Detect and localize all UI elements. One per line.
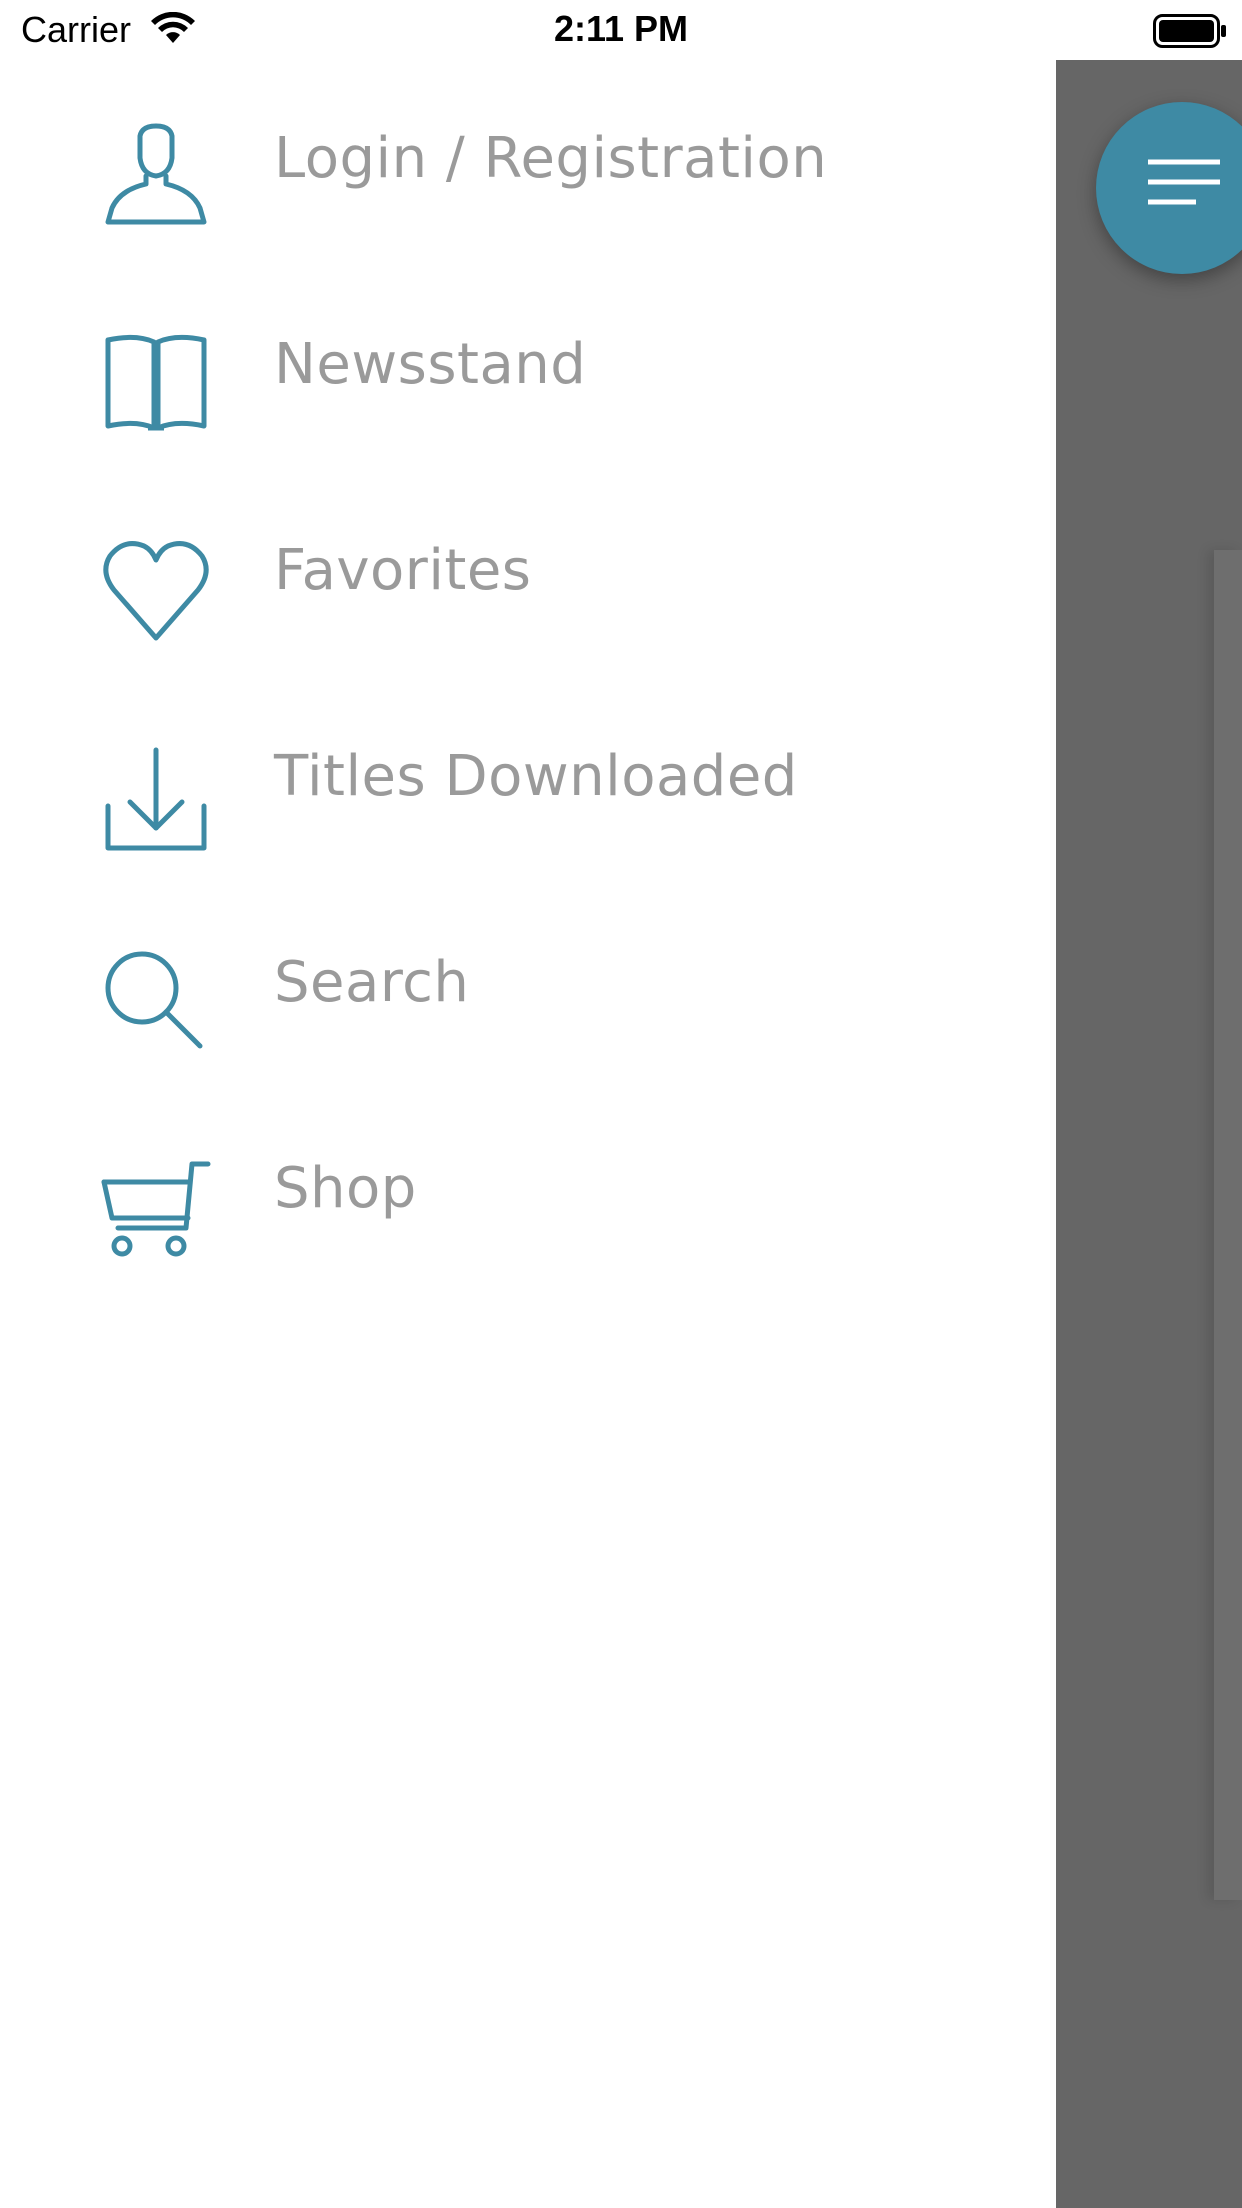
- drawer-item-search[interactable]: Search: [0, 912, 1056, 1052]
- drawer-item-label: Login / Registration: [274, 126, 828, 191]
- drawer-item-label: Search: [274, 950, 470, 1015]
- search-icon: [105, 951, 203, 1049]
- navigation-drawer: Login / Registration Newsstand Favorites: [0, 60, 1056, 2208]
- drawer-item-titles-downloaded[interactable]: Titles Downloaded: [0, 706, 1056, 851]
- drawer-item-label: Favorites: [274, 538, 532, 603]
- main-content-card: [1214, 550, 1242, 1900]
- status-bar: Carrier 2:11 PM: [0, 0, 1242, 60]
- drawer-item-label: Newsstand: [274, 332, 587, 397]
- drawer-item-favorites[interactable]: Favorites: [0, 500, 1056, 641]
- cart-icon: [101, 1161, 211, 1257]
- heart-icon: [103, 541, 209, 641]
- drawer-item-newsstand[interactable]: Newsstand: [0, 294, 1056, 434]
- user-icon: [105, 123, 207, 225]
- drawer-item-label: Titles Downloaded: [274, 744, 798, 809]
- open-book-icon: [105, 334, 207, 431]
- app-screen: Carrier 2:11 PM Login / Registration New…: [0, 0, 1242, 2208]
- drawer-item-shop[interactable]: Shop: [0, 1118, 1056, 1258]
- download-icon: [105, 747, 207, 851]
- menu-icon: [1148, 159, 1220, 205]
- clock: 2:11 PM: [553, 8, 689, 49]
- drawer-item-label: Shop: [274, 1156, 417, 1221]
- battery-full-icon: [1153, 14, 1226, 48]
- drawer-item-login[interactable]: Login / Registration: [0, 88, 1056, 228]
